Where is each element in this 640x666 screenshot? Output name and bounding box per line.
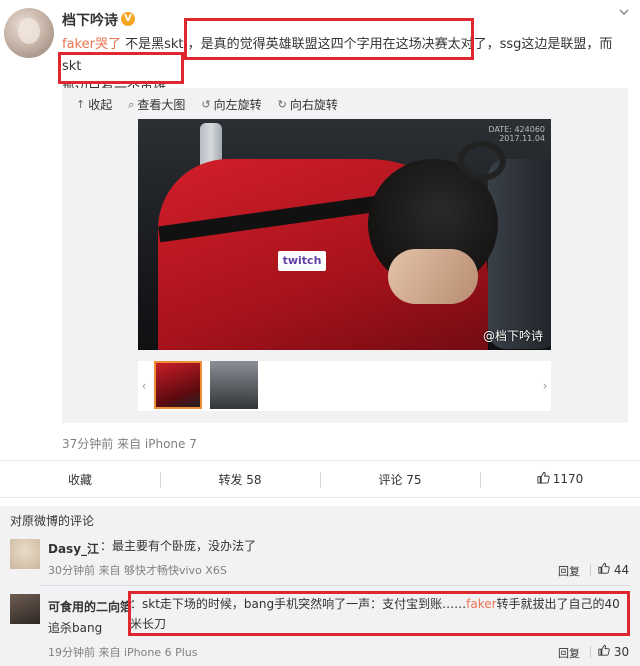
- comment-divider-1: [590, 564, 591, 576]
- rotate-left-button[interactable]: ↺ 向左旋转: [201, 96, 261, 113]
- image-toolbar: ↑ 收起 ⌕ 查看大图 ↺ 向左旋转 ↻ 向右旋转: [76, 96, 338, 113]
- comment-avatar-1[interactable]: [10, 539, 40, 569]
- collapse-label: 收起: [88, 98, 113, 112]
- comment-like-2[interactable]: 30: [598, 644, 629, 659]
- thumbnail-1[interactable]: [154, 361, 202, 409]
- comment-author-1[interactable]: Dasy_江: [48, 540, 99, 557]
- view-large-label: 查看大图: [137, 98, 186, 112]
- comment-reply-2[interactable]: 回复: [558, 645, 580, 661]
- comment-body-1: ：最主要有个卧庞，没办法了: [100, 539, 257, 553]
- post-text-line1: 不是黑skt ，是真的觉得英雄联盟这四个字用在这场决赛太对了，ssg这边是联盟，…: [62, 37, 613, 74]
- like-count: 1170: [552, 472, 584, 486]
- comment-meta-2: 19分钟前 来自 iPhone 6 Plus: [48, 646, 198, 659]
- rotate-right-button[interactable]: ↻ 向右旋转: [278, 96, 338, 113]
- favorite-label: 收藏: [67, 472, 92, 487]
- comment-reply-1[interactable]: 回复: [558, 563, 580, 579]
- comments-section: 对原微博的评论 Dasy_江 ：最主要有个卧庞，没办法了 30分钟前 来自 够快…: [0, 506, 640, 666]
- thumbs-up-icon: [537, 471, 550, 488]
- player-hand: [388, 249, 478, 304]
- comment-label: 评论 75: [378, 472, 422, 487]
- arrow-up-icon: ↑: [76, 98, 86, 111]
- media-box: ↑ 收起 ⌕ 查看大图 ↺ 向左旋转 ↻ 向右旋转 twitch DATE: 4…: [62, 88, 628, 423]
- comment-like-1[interactable]: 44: [598, 562, 629, 577]
- comment-like-count-1: 44: [613, 563, 630, 577]
- photo-timestamp-line1: DATE: 424060: [488, 125, 545, 134]
- comment-body-2-line2: 追杀bang: [48, 621, 103, 635]
- view-large-button[interactable]: ⌕ 查看大图: [128, 96, 185, 113]
- rotate-right-icon: ↻: [277, 98, 287, 111]
- comment-mention[interactable]: faker: [466, 597, 496, 611]
- thumbnail-strip: ‹ ›: [138, 361, 551, 411]
- thumbnail-2[interactable]: [210, 361, 258, 409]
- next-arrow-icon[interactable]: ›: [539, 361, 551, 411]
- magnifier-icon: ⌕: [128, 97, 135, 111]
- headset: [458, 141, 506, 181]
- collapse-button[interactable]: ↑ 收起: [76, 96, 112, 113]
- author-name[interactable]: 档下吟诗: [62, 10, 118, 30]
- comments-title: 对原微博的评论: [10, 514, 95, 528]
- rotate-left-label: 向左旋转: [213, 98, 262, 112]
- like-button[interactable]: 1170: [480, 461, 640, 497]
- comment-divider-2: [590, 646, 591, 658]
- comment-like-count-2: 30: [613, 645, 630, 659]
- photo-watermark: @档下吟诗: [482, 329, 543, 343]
- photo-timestamp: DATE: 424060 2017.11.04: [488, 125, 545, 143]
- author-avatar[interactable]: [4, 8, 54, 58]
- comment-author-2[interactable]: 可食用的二向箔: [48, 598, 132, 615]
- chevron-down-icon[interactable]: [618, 6, 630, 18]
- comment-meta-1: 30分钟前 来自 够快才畅快vivo X6S: [48, 564, 227, 577]
- comment-separator: [40, 585, 630, 586]
- thumbs-up-icon: [598, 562, 610, 577]
- twitch-logo: twitch: [278, 251, 326, 271]
- comment-avatar-2[interactable]: [10, 594, 40, 624]
- main-photo[interactable]: twitch DATE: 424060 2017.11.04 @档下吟诗: [138, 119, 551, 350]
- repost-button[interactable]: 转发 58: [160, 461, 320, 497]
- gaming-chair: [488, 159, 551, 349]
- prev-arrow-icon[interactable]: ‹: [138, 361, 150, 411]
- rotate-left-icon: ↺: [201, 98, 211, 111]
- favorite-button[interactable]: 收藏: [0, 461, 160, 497]
- verified-badge-icon: V: [121, 12, 135, 26]
- photo-timestamp-line2: 2017.11.04: [499, 134, 545, 143]
- post-meta: 37分钟前 来自 iPhone 7: [62, 437, 197, 451]
- comment-button[interactable]: 评论 75: [320, 461, 480, 497]
- thumbs-up-icon: [598, 644, 610, 659]
- action-bar: 收藏 转发 58 评论 75 1170: [0, 460, 640, 498]
- repost-label: 转发 58: [218, 472, 262, 487]
- comment-body-2: ：skt走下场的时候，bang手机突然响了一声：支付宝到账……faker转手就拔…: [130, 594, 630, 634]
- rotate-right-label: 向右旋转: [289, 98, 338, 112]
- comment-body-2-part1: ：skt走下场的时候，bang手机突然响了一声：支付宝到账……: [130, 597, 467, 611]
- mention-link[interactable]: faker哭了: [62, 37, 121, 52]
